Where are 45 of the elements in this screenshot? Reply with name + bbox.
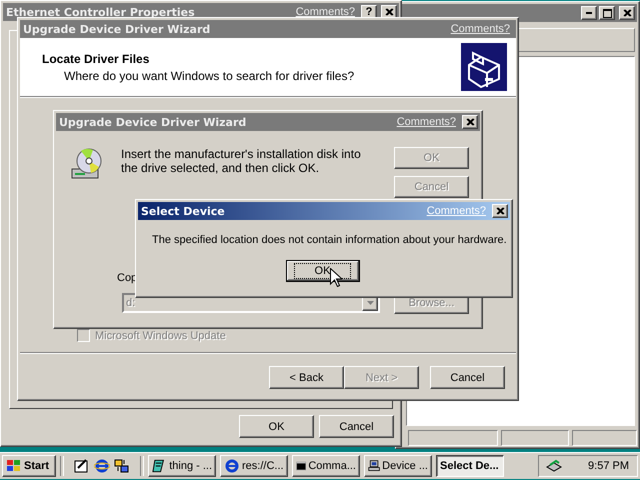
close-button[interactable]	[462, 115, 478, 129]
window-title: Select Device	[141, 204, 225, 218]
wizard-button[interactable]: < Back	[269, 366, 344, 389]
header-subtitle: Where do you want Windows to search for driver files?	[63, 68, 354, 82]
comments-link[interactable]: Comments?	[296, 6, 355, 18]
wizard-button[interactable]: Cancel	[430, 366, 505, 389]
disk-drive-icon	[71, 147, 103, 181]
close-icon	[384, 8, 394, 16]
status-pane	[572, 430, 637, 446]
ok-button[interactable]: OK	[286, 260, 360, 282]
comments-link[interactable]: Comments?	[450, 23, 510, 35]
close-icon	[496, 207, 504, 215]
taskbar-button[interactable]: Device ...	[364, 455, 432, 477]
comments-link[interactable]: Comments?	[396, 116, 456, 128]
caret-icon	[366, 301, 374, 305]
maximize-button[interactable]	[599, 6, 615, 20]
maximize-icon	[602, 8, 612, 18]
computer-icon	[368, 458, 380, 474]
header-title: Locate Driver Files	[42, 52, 150, 66]
minimize-icon	[586, 12, 592, 14]
cursor-icon	[330, 268, 342, 287]
taskbar-button[interactable]: Comma...	[292, 455, 360, 477]
dialog-button[interactable]: OK	[239, 415, 314, 438]
browser-launch-button[interactable]	[94, 458, 110, 474]
status-pane	[501, 430, 570, 446]
taskbar-button[interactable]: thing - ...	[148, 455, 216, 477]
window-title: Ethernet Controller Properties	[6, 6, 195, 18]
close-button[interactable]	[619, 6, 635, 20]
minimize-button[interactable]	[581, 6, 597, 20]
windows-logo-icon	[6, 459, 22, 473]
close-icon	[466, 118, 474, 126]
close-button[interactable]	[492, 204, 508, 218]
taskbar-button[interactable]: Select De...	[436, 455, 504, 477]
browser-icon	[94, 458, 110, 474]
window-title: Upgrade Device Driver Wizard	[23, 22, 210, 36]
window-title: Upgrade Device Driver Wizard	[59, 116, 246, 128]
dialog-button[interactable]: Cancel	[319, 415, 394, 438]
clock: 9:57 PM	[588, 460, 629, 472]
taskbar-button[interactable]: res://C...	[220, 455, 288, 477]
dialog-message: Insert the manufacturer's installation disk into the drive selected, and then click OK.	[121, 147, 362, 175]
alert-message: The specified location does not contain information about your hardware.	[152, 234, 508, 246]
start-button[interactable]: Start	[2, 455, 56, 477]
close-icon	[622, 9, 632, 17]
checkbox-label: Microsoft Windows Update	[95, 330, 226, 342]
browser-icon	[224, 458, 240, 474]
